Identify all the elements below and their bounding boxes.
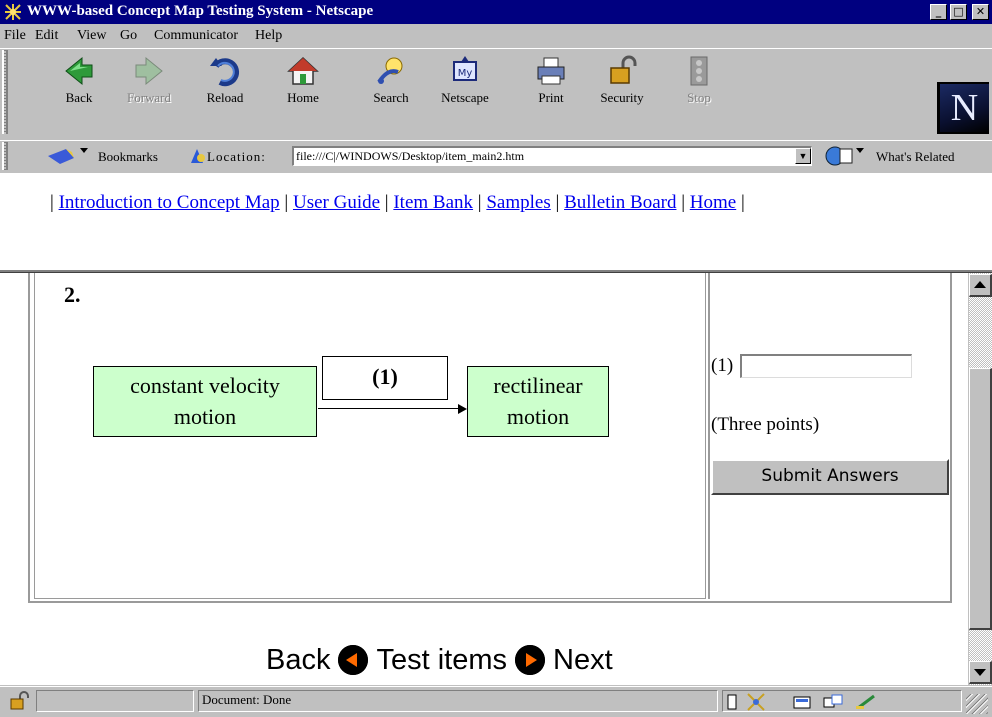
reload-button[interactable]: Reload	[194, 54, 256, 134]
close-button[interactable]: ✕	[972, 4, 989, 20]
answer-label: (1)	[711, 355, 734, 376]
concept-right-line1: rectilinear	[493, 373, 583, 398]
offline-icon	[727, 694, 737, 710]
menu-bar	[0, 24, 992, 48]
security-button[interactable]: Security	[591, 54, 653, 134]
component-bar-icons[interactable]	[726, 692, 962, 712]
link-user-guide[interactable]: User Guide	[293, 192, 380, 213]
link-label-box: (1)	[322, 356, 448, 400]
test-items-label[interactable]: Test items	[376, 644, 507, 677]
location-page-icon[interactable]	[188, 146, 208, 166]
arrowhead-icon	[458, 404, 467, 414]
print-button[interactable]: Print	[520, 54, 582, 134]
home-icon	[287, 56, 319, 85]
netscape-label: Netscape	[441, 90, 489, 105]
points-note: (Three points)	[711, 414, 820, 435]
menu-help[interactable]: Help	[255, 28, 282, 44]
menu-go[interactable]: Go	[120, 28, 137, 44]
scroll-up-icon	[974, 281, 986, 288]
concept-left-line1: constant velocity	[130, 373, 280, 398]
reload-icon	[210, 58, 239, 87]
whats-related-icon[interactable]	[824, 145, 864, 167]
url-input[interactable]: file:///C|/WINDOWS/Desktop/item_main2.ht…	[292, 146, 812, 166]
scrollbar-thumb[interactable]	[969, 368, 992, 630]
back-arrow-icon	[65, 56, 93, 86]
home-label: Home	[287, 90, 319, 105]
navigator-icon	[747, 693, 765, 711]
progress-panel	[36, 690, 194, 712]
bookmarks-icon[interactable]	[46, 146, 88, 166]
stop-label: Stop	[687, 90, 711, 105]
concept-link-line	[318, 408, 464, 409]
menu-view[interactable]: View	[77, 28, 106, 44]
back-link[interactable]: Back	[266, 644, 330, 677]
concept-node-left: constant velocity motion	[93, 366, 317, 437]
netscape-window-icon	[5, 4, 21, 20]
stop-icon	[690, 56, 708, 86]
toolbar-grip[interactable]	[2, 50, 8, 134]
maximize-button[interactable]: □	[950, 4, 967, 20]
forward-button[interactable]: Forward	[118, 54, 180, 134]
search-label: Search	[373, 90, 409, 105]
composer-icon	[856, 694, 875, 710]
location-label: Location:	[207, 149, 266, 164]
question-number: 2.	[64, 282, 81, 307]
status-text: Document: Done	[202, 692, 292, 707]
home-button[interactable]: Home	[272, 54, 334, 134]
link-item-bank[interactable]: Item Bank	[393, 192, 473, 213]
lock-icon	[610, 55, 637, 84]
mail-icon	[793, 696, 811, 709]
answer-cell	[708, 273, 952, 599]
forward-label: Forward	[126, 90, 172, 105]
security-status-icon[interactable]	[8, 690, 30, 710]
netscape-button[interactable]: My Netscape	[434, 54, 496, 134]
netscape-logo[interactable]: N	[940, 84, 989, 132]
security-label: Security	[600, 90, 644, 105]
nav-frame	[0, 173, 992, 271]
url-dropdown-button[interactable]: ▼	[795, 148, 811, 164]
stop-button[interactable]: Stop	[668, 54, 730, 134]
minimize-button[interactable]: _	[930, 4, 947, 20]
whats-related-label[interactable]: What's Related	[876, 149, 955, 165]
reload-label: Reload	[206, 90, 244, 105]
prev-arrow-icon[interactable]	[338, 645, 369, 675]
link-bulletin-board[interactable]: Bulletin Board	[564, 192, 676, 213]
link-samples[interactable]: Samples	[486, 192, 550, 213]
link-home[interactable]: Home	[690, 192, 736, 213]
bottom-nav: Back Test items Next	[266, 640, 613, 680]
discussion-icon	[823, 694, 843, 708]
netscape-icon: My	[453, 56, 477, 81]
resize-grip[interactable]	[966, 694, 988, 714]
next-link[interactable]: Next	[553, 644, 613, 677]
back-button[interactable]: Back	[48, 54, 110, 134]
answer-input[interactable]	[740, 354, 912, 378]
forward-arrow-icon	[135, 56, 163, 86]
menu-file[interactable]: File	[4, 28, 26, 44]
svg-text:My: My	[458, 68, 473, 79]
scroll-down-icon	[974, 669, 986, 676]
search-icon	[377, 57, 403, 84]
scroll-up-button[interactable]	[969, 274, 992, 297]
print-icon	[537, 57, 565, 85]
search-button[interactable]: Search	[360, 54, 422, 134]
concept-right-line2: motion	[506, 404, 570, 429]
concept-node-right: rectilinear motion	[467, 366, 609, 437]
link-introduction[interactable]: Introduction to Concept Map	[59, 192, 280, 213]
bookmarks-label[interactable]: Bookmarks	[98, 149, 158, 165]
print-label: Print	[538, 90, 564, 105]
menu-edit[interactable]: Edit	[35, 28, 58, 44]
back-label: Back	[65, 90, 93, 105]
concept-left-line2: motion	[173, 404, 237, 429]
submit-answers-button[interactable]: Submit Answers	[711, 459, 949, 495]
nav-links: | Introduction to Concept Map | User Gui…	[50, 192, 745, 213]
scroll-down-button[interactable]	[969, 661, 992, 684]
next-arrow-icon[interactable]	[515, 645, 546, 675]
menu-communicator[interactable]: Communicator	[154, 28, 238, 44]
window-title: WWW-based Concept Map Testing System - N…	[27, 3, 374, 19]
location-grip[interactable]	[2, 142, 8, 170]
